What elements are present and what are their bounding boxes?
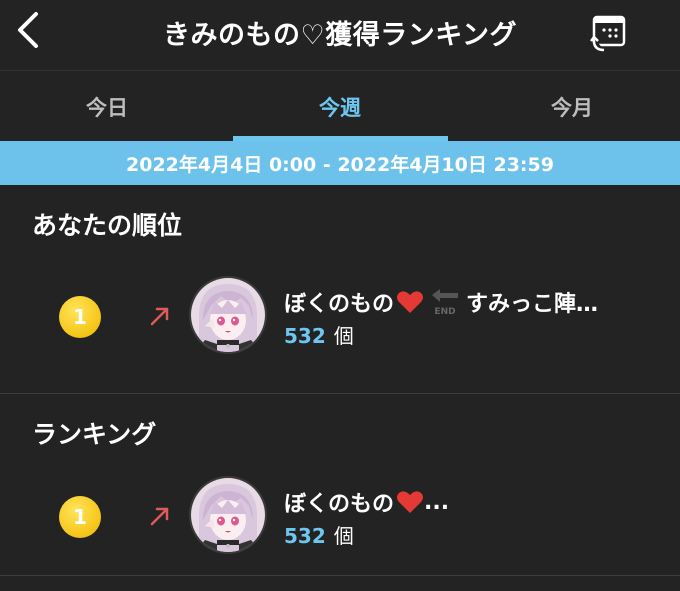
trend-up-icon [150, 507, 169, 526]
avatar [189, 276, 267, 354]
end-arrow-icon: END [432, 289, 459, 316]
trend-up-icon [150, 307, 169, 326]
page-title: きみのもの♡獲得ランキング [163, 20, 517, 51]
rank-badge: 1 [59, 296, 101, 338]
avatar [189, 476, 267, 554]
user-name: ぼくのもの END すみっこ陣… [284, 286, 598, 318]
tab-this-month[interactable]: 今月 [512, 71, 632, 143]
date-range-bar: 2022年4月4日 0:00 - 2022年4月10日 23:59 [0, 141, 680, 185]
section-divider [0, 393, 680, 394]
user-name-ellipsis: ... [424, 489, 450, 515]
heart-icon [397, 291, 424, 313]
count-value: 532 [284, 324, 326, 348]
calendar-button[interactable] [590, 14, 628, 52]
heart-icon [397, 491, 424, 513]
item-count: 532 個 [284, 320, 354, 349]
your-rank-title: あなたの順位 [32, 211, 183, 240]
your-rank-row[interactable]: 1 ぼくのもの END すみっこ陣… 532 個 [0, 270, 680, 360]
tab-this-week[interactable]: 今週 [280, 71, 400, 143]
count-unit: 個 [333, 324, 354, 348]
count-value: 532 [284, 524, 326, 548]
item-count: 532 個 [284, 520, 354, 549]
count-unit: 個 [333, 524, 354, 548]
ranking-title: ランキング [32, 420, 157, 449]
svg-text:END: END [434, 307, 455, 316]
user-name-part1: ぼくのもの [284, 292, 395, 317]
user-name: ぼくのもの ... [284, 486, 449, 518]
ranking-screen: きみのもの♡獲得ランキング 今日 今週 今月 2022年4月4日 0:00 - … [0, 0, 680, 591]
tab-today[interactable]: 今日 [47, 71, 167, 143]
ranking-row[interactable]: 1 ぼくのもの ... 532 個 [0, 470, 680, 560]
rank-badge: 1 [59, 496, 101, 538]
period-tabs: 今日 今週 今月 [0, 70, 680, 142]
user-name-part2: すみっこ陣… [466, 292, 599, 317]
section-divider [0, 575, 680, 576]
header: きみのもの♡獲得ランキング [0, 0, 680, 64]
calendar-return-icon [590, 15, 626, 52]
user-name-part1: ぼくのもの [284, 492, 395, 517]
